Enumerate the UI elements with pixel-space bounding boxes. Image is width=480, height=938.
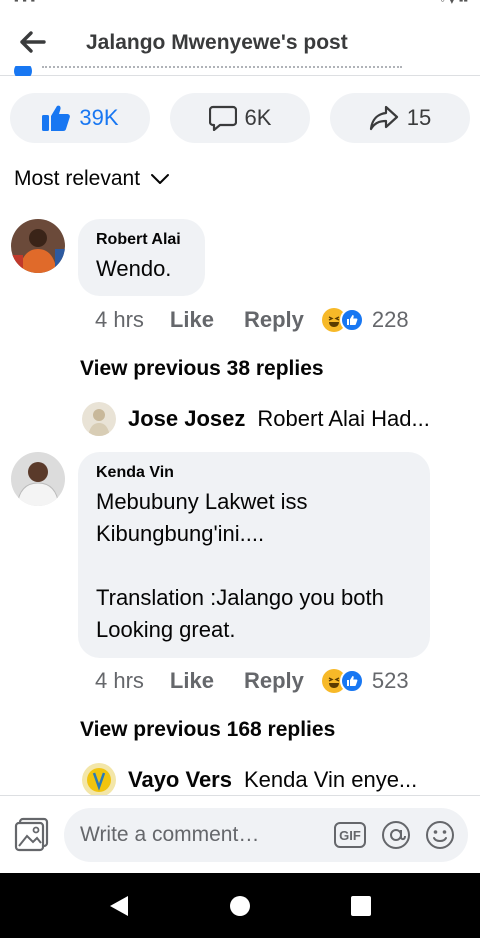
comment-composer: Write a comment… GIF <box>0 795 480 873</box>
post-header: Jalango Mwenyewe's post <box>0 10 480 76</box>
triangle-back-icon <box>110 896 128 916</box>
profile-photo-robert <box>11 219 65 273</box>
like-count: 39K <box>79 105 119 130</box>
at-sign-icon <box>382 821 410 849</box>
share-count: 15 <box>406 105 432 130</box>
comment-bubble[interactable]: Kenda Vin Mebubuny Lakwet iss Kibungbung… <box>78 452 430 658</box>
profile-photo-jose <box>82 402 116 436</box>
comment-reply-button[interactable]: Reply <box>244 668 304 694</box>
comment-time: 4 hrs <box>95 307 144 332</box>
emoji-button[interactable] <box>424 819 456 851</box>
profile-photo-kenda <box>11 452 65 506</box>
reply-preview[interactable]: Vayo Vers Kenda Vin enye... <box>82 763 417 797</box>
comment-meta: 4 hrs Like Reply 523 <box>95 668 409 694</box>
nav-recents-button[interactable] <box>348 893 374 919</box>
avatar[interactable] <box>11 452 65 506</box>
like-reaction-icon <box>339 308 364 332</box>
gif-button[interactable]: GIF <box>334 819 366 851</box>
sort-label: Most relevant <box>14 167 141 190</box>
post-action-row: 39K 6K 15 <box>10 93 470 143</box>
circle-home-icon <box>230 896 250 916</box>
arrow-left-icon <box>20 31 46 53</box>
comment-reply-button[interactable]: Reply <box>244 307 304 333</box>
smiley-icon <box>426 821 454 849</box>
nav-back-button[interactable] <box>106 893 132 919</box>
reply-author[interactable]: Jose Josez <box>128 406 245 432</box>
gif-icon: GIF <box>334 822 366 848</box>
thumbs-up-icon <box>42 105 71 131</box>
reply-text: Robert Alai Had... <box>257 406 430 431</box>
share-icon <box>369 105 398 131</box>
comment-text: Wendo. <box>96 256 172 281</box>
comment-like-button[interactable]: Like <box>170 307 214 333</box>
chevron-down-icon <box>151 174 170 184</box>
system-navigation-bar <box>0 873 480 938</box>
like-button[interactable]: 39K <box>10 93 150 143</box>
add-photo-button[interactable] <box>14 816 50 852</box>
comment-icon <box>208 105 237 131</box>
comment-time: 4 hrs <box>95 668 144 693</box>
share-button[interactable]: 15 <box>330 93 470 143</box>
comment-input[interactable]: Write a comment… GIF <box>64 808 468 862</box>
reaction-summary[interactable] <box>321 669 364 693</box>
comment-author[interactable]: Kenda Vin <box>96 464 412 482</box>
reply-text: Kenda Vin enye... <box>243 767 418 792</box>
comment-meta: 4 hrs Like Reply 228 <box>95 307 409 333</box>
reply-author[interactable]: Vayo Vers <box>128 767 232 793</box>
photo-icon <box>14 817 49 852</box>
comment-button[interactable]: 6K <box>170 93 310 143</box>
view-previous-replies[interactable]: View previous 168 replies <box>80 718 335 742</box>
sort-dropdown[interactable]: Most relevant <box>14 167 170 191</box>
reply-preview[interactable]: Jose Josez Robert Alai Had... <box>82 402 430 436</box>
comment-like-button[interactable]: Like <box>170 668 214 694</box>
profile-photo-vayo <box>82 763 116 797</box>
avatar[interactable] <box>11 219 65 273</box>
status-bar-right: ◦ ▾ ▪▪ <box>440 0 468 8</box>
truncated-post-text <box>14 66 434 76</box>
square-recents-icon <box>351 896 371 916</box>
back-button[interactable] <box>14 24 50 60</box>
comment-author[interactable]: Robert Alai <box>96 231 187 249</box>
comment-count: 6K <box>244 105 272 130</box>
comment-input-placeholder: Write a comment… <box>80 823 260 846</box>
view-previous-replies[interactable]: View previous 38 replies <box>80 357 324 381</box>
reaction-count: 228 <box>371 307 409 332</box>
status-bar-left: ▪ ▪ ▪ <box>14 0 35 7</box>
nav-home-button[interactable] <box>227 893 253 919</box>
reaction-summary[interactable] <box>321 308 364 332</box>
reaction-count: 523 <box>371 668 409 693</box>
page-title: Jalango Mwenyewe's post <box>86 31 348 54</box>
like-reaction-icon <box>339 669 364 693</box>
comment-bubble[interactable]: Robert Alai Wendo. <box>78 219 205 296</box>
avatar[interactable] <box>82 763 116 797</box>
svg-text:GIF: GIF <box>339 828 361 843</box>
status-bar: ▪ ▪ ▪ ◦ ▾ ▪▪ <box>0 0 480 10</box>
avatar[interactable] <box>82 402 116 436</box>
comment-text: Mebubuny Lakwet iss Kibungbung'ini.... T… <box>96 489 384 642</box>
mention-button[interactable] <box>380 819 412 851</box>
